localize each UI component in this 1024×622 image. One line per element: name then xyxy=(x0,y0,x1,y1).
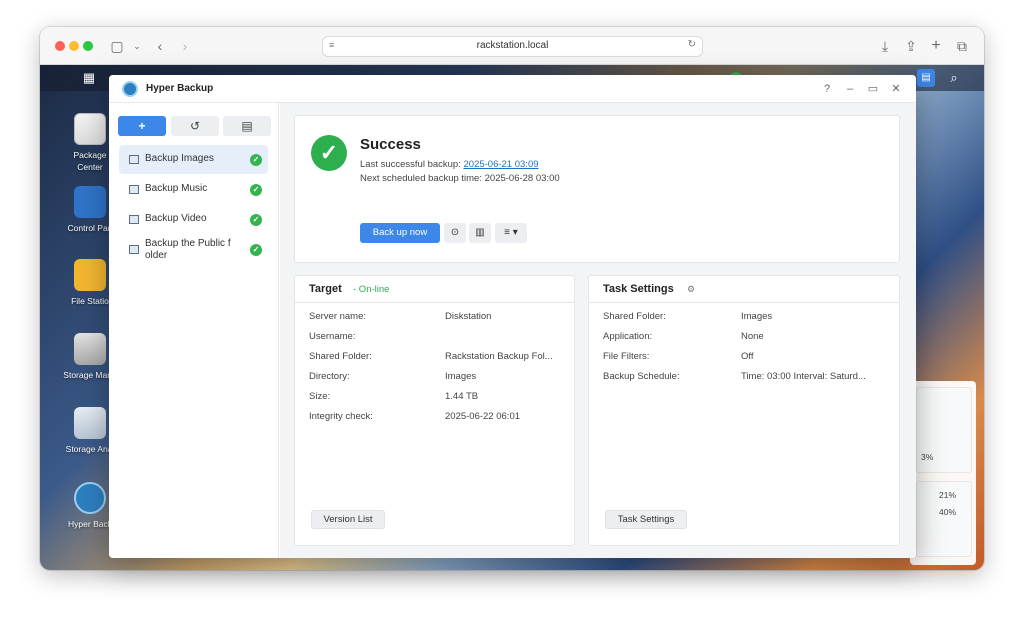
action-menu-icon[interactable]: ≡ ▾ xyxy=(495,223,527,243)
restore-button[interactable]: ↺ xyxy=(171,116,219,136)
row-label: Server name: xyxy=(309,311,367,322)
hyper-backup-logo-icon xyxy=(122,81,138,97)
back-icon[interactable]: ‹ xyxy=(150,36,170,56)
task-name: Backup the Public f older xyxy=(145,238,231,261)
success-check-icon: ✓ xyxy=(250,214,262,226)
success-check-icon: ✓ xyxy=(250,154,262,166)
server-icon xyxy=(129,245,139,254)
main-menu-icon[interactable]: ▦ xyxy=(80,69,98,87)
row-value: Images xyxy=(445,371,477,382)
success-check-icon: ✓ xyxy=(250,184,262,196)
reload-icon[interactable]: ↻ xyxy=(688,39,696,50)
last-backup-label: Last successful backup: xyxy=(360,159,461,170)
widget-panel: 21% 40% xyxy=(916,481,972,557)
widget-value: 40% xyxy=(939,507,957,517)
statistics-icon[interactable]: ▥ xyxy=(469,223,491,243)
next-backup-line: Next scheduled backup time: 2025-06-28 0… xyxy=(360,173,560,184)
package-center-icon xyxy=(74,113,106,145)
target-card: Target - On-line Server name: Diskstatio… xyxy=(294,275,575,546)
success-icon: ✓ xyxy=(311,135,347,171)
download-icon[interactable]: ⤓ xyxy=(875,36,895,56)
row-value: 1.44 TB xyxy=(445,391,479,402)
server-icon xyxy=(129,185,139,194)
online-status: - On-line xyxy=(353,284,390,295)
task-settings-title: Task Settings xyxy=(603,283,674,295)
close-traffic-light[interactable] xyxy=(55,41,65,51)
task-sidebar: + ↺ ▤ Backup Images ✓ Backup Music ✓ Bac… xyxy=(109,103,279,558)
hyper-backup-icon xyxy=(74,482,106,514)
success-check-icon: ✓ xyxy=(250,244,262,256)
close-icon[interactable]: ✕ xyxy=(888,81,904,97)
row-label: File Filters: xyxy=(603,351,650,362)
task-name: Backup Images xyxy=(145,153,214,164)
row-label: Backup Schedule: xyxy=(603,371,680,382)
forward-icon[interactable]: › xyxy=(175,36,195,56)
window-titlebar[interactable]: Hyper Backup ? – ▭ ✕ xyxy=(109,75,916,103)
row-value: Time: 03:00 Interval: Saturd... xyxy=(741,371,866,382)
storage-analyzer-icon xyxy=(74,407,106,439)
window-title: Hyper Backup xyxy=(146,83,214,94)
share-icon[interactable]: ⇪ xyxy=(901,36,921,56)
row-label: Shared Folder: xyxy=(603,311,666,322)
last-backup-line: Last successful backup: 2025-06-21 03:09 xyxy=(360,159,539,170)
row-value: Images xyxy=(741,311,773,322)
task-settings-card: Task Settings ⚙ Shared Folder: Images Ap… xyxy=(588,275,900,546)
url-text: rackstation.local xyxy=(476,40,549,51)
status-card: ✓ Success Last successful backup: 2025-0… xyxy=(294,115,900,263)
server-icon xyxy=(129,155,139,164)
task-item-backup-images[interactable]: Backup Images ✓ xyxy=(119,145,268,174)
widget-value: 3% xyxy=(921,452,934,462)
task-item-backup-music[interactable]: Backup Music ✓ xyxy=(119,175,268,204)
task-name: Backup Music xyxy=(145,183,208,194)
status-title: Success xyxy=(360,136,421,153)
log-button[interactable]: ▤ xyxy=(223,116,271,136)
row-value: None xyxy=(741,331,764,342)
storage-manager-icon xyxy=(74,333,106,365)
row-label: Username: xyxy=(309,331,356,342)
main-panel: ✓ Success Last successful backup: 2025-0… xyxy=(280,103,916,558)
task-item-backup-video[interactable]: Backup Video ✓ xyxy=(119,205,268,234)
back-up-now-button[interactable]: Back up now xyxy=(360,223,440,243)
row-value: Off xyxy=(741,351,754,362)
maximize-icon[interactable]: ▭ xyxy=(865,81,881,97)
integrity-check-icon[interactable]: ⊙ xyxy=(444,223,466,243)
row-label: Directory: xyxy=(309,371,350,382)
minimize-icon[interactable]: – xyxy=(842,81,858,97)
server-icon xyxy=(129,215,139,224)
row-label: Integrity check: xyxy=(309,411,373,422)
target-card-header: Target - On-line xyxy=(295,276,574,303)
target-title: Target xyxy=(309,283,342,295)
tab-overview-icon[interactable]: ⧉ xyxy=(952,36,972,56)
search-icon[interactable]: ⌕ xyxy=(945,69,963,87)
minimize-traffic-light[interactable] xyxy=(69,41,79,51)
new-tab-icon[interactable]: + xyxy=(926,36,946,56)
row-value: Rackstation Backup Fol... xyxy=(445,351,553,362)
resource-widget: 3% 21% 40% xyxy=(910,381,976,565)
row-value: 2025-06-22 06:01 xyxy=(445,411,521,422)
zoom-traffic-light[interactable] xyxy=(83,41,93,51)
last-backup-link[interactable]: 2025-06-21 03:09 xyxy=(464,159,539,170)
address-bar[interactable]: ≡ rackstation.local ↻ xyxy=(322,36,703,57)
task-item-backup-public-folder[interactable]: Backup the Public f older ✓ xyxy=(119,235,268,267)
control-panel-icon xyxy=(74,186,106,218)
help-icon[interactable]: ? xyxy=(819,81,835,97)
edit-settings-icon[interactable]: ⚙ xyxy=(687,284,695,295)
row-label: Application: xyxy=(603,331,653,342)
task-settings-button[interactable]: Task Settings xyxy=(605,510,687,529)
chevron-down-icon[interactable]: ⌄ xyxy=(127,36,147,56)
widget-value: 21% xyxy=(939,490,957,500)
task-settings-header: Task Settings ⚙ xyxy=(589,276,899,303)
row-label: Size: xyxy=(309,391,331,402)
task-name: Backup Video xyxy=(145,213,207,224)
row-label: Shared Folder: xyxy=(309,351,372,362)
row-value: Diskstation xyxy=(445,311,492,322)
version-list-button[interactable]: Version List xyxy=(311,510,385,529)
add-task-button[interactable]: + xyxy=(118,116,166,136)
hyper-backup-window: Hyper Backup ? – ▭ ✕ + ↺ ▤ Backup Images… xyxy=(109,75,916,558)
widgets-icon[interactable]: ▤ xyxy=(917,69,935,87)
file-station-icon xyxy=(74,259,106,291)
widget-panel: 3% xyxy=(916,387,972,473)
browser-toolbar: ▢ ⌄ ‹ › ≡ rackstation.local ↻ ⤓ ⇪ + ⧉ xyxy=(40,27,984,65)
sidebar-toggle-icon[interactable]: ▢ xyxy=(107,36,127,56)
